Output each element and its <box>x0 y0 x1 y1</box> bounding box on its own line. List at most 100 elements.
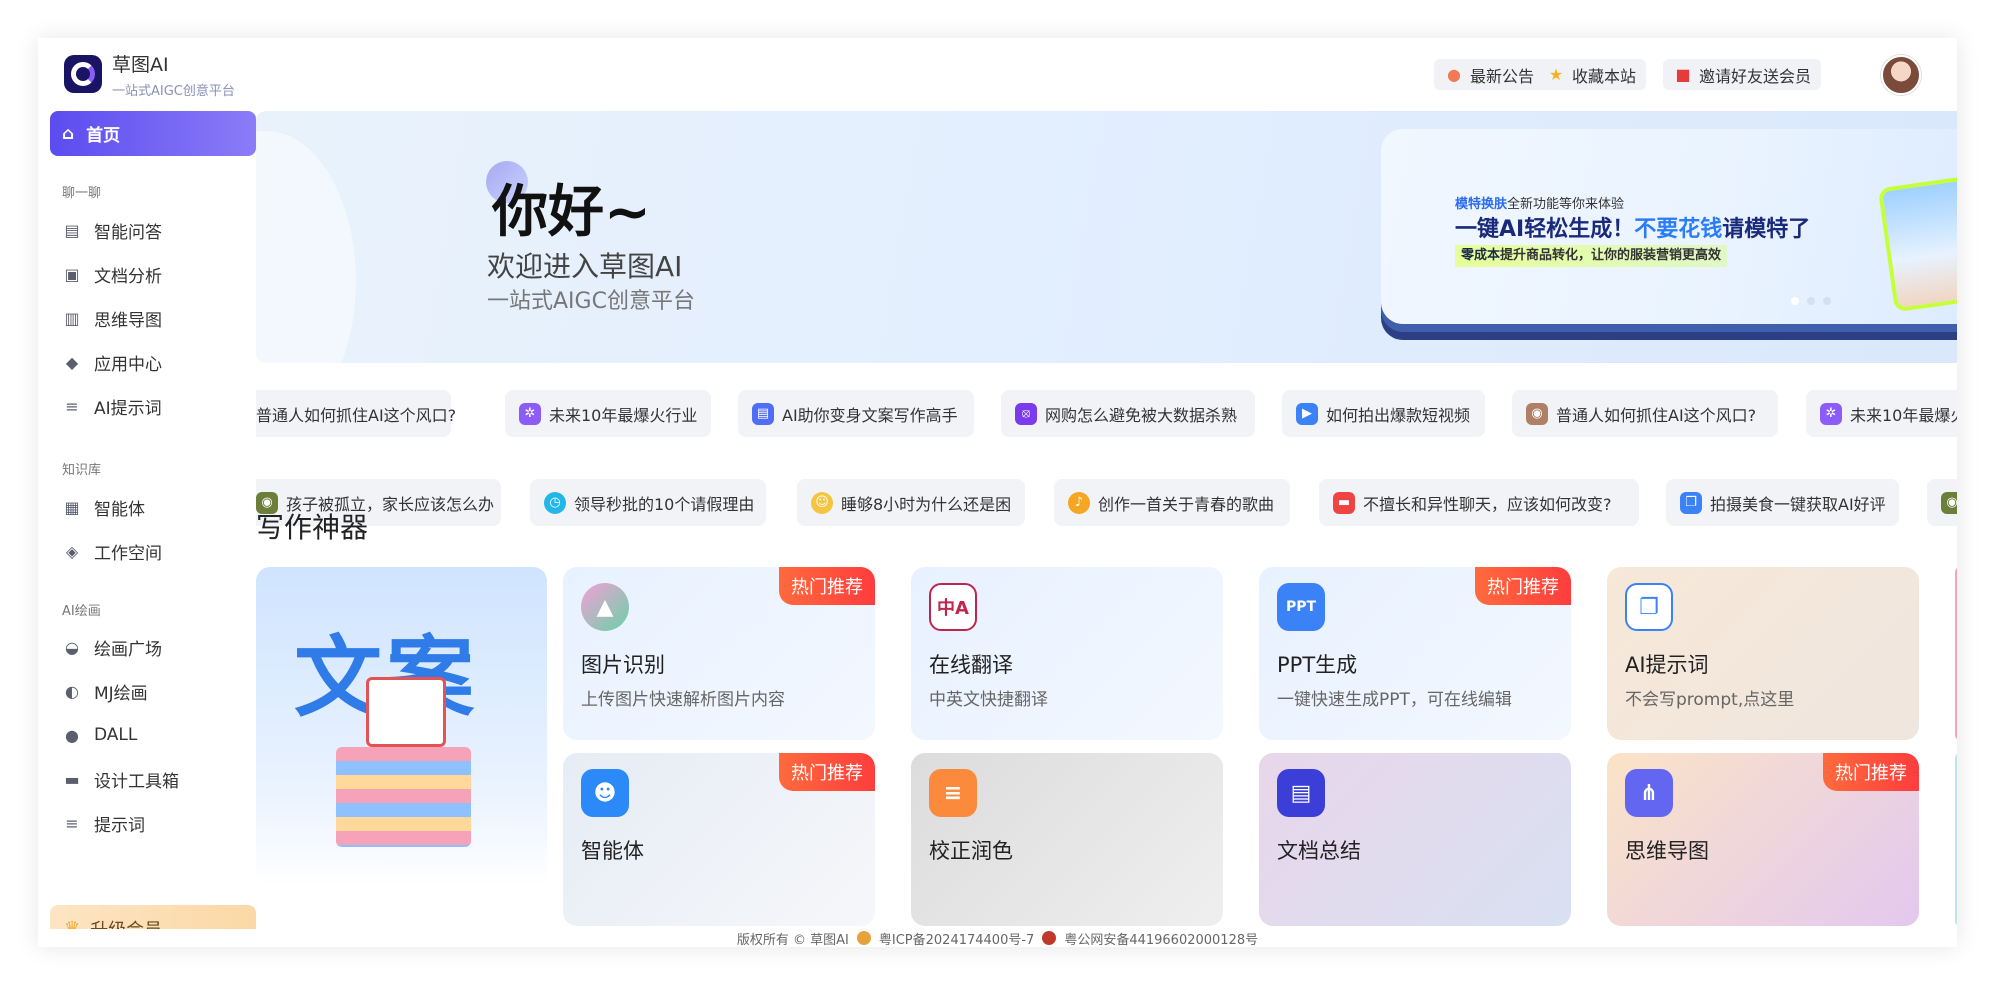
promo-line-1: 模特换肤全新功能等你来体验 <box>1455 197 1625 212</box>
suggestion-chip[interactable]: ◉ 普通人如何抓住AI这个风口? <box>1512 390 1778 437</box>
sleepy-face-icon: ☺ <box>811 491 833 514</box>
sidebar-item-label: 提示词 <box>94 815 145 836</box>
hero-greeting: 你好~ <box>492 180 651 245</box>
sidebar-item-drawing-square[interactable]: ◒ 绘画广场 <box>62 633 162 661</box>
sidebar-item-ai-prompt[interactable]: ≡ AI提示词 <box>62 392 162 420</box>
calendar-illustration <box>366 677 446 747</box>
sidebar-item-label: 工作空间 <box>94 543 162 564</box>
card-title: 智能体 <box>581 839 644 863</box>
palette-icon: ● <box>65 725 79 745</box>
carousel-indicator[interactable] <box>1791 297 1831 305</box>
list-icon: ≡ <box>929 769 977 817</box>
section-title: 写作神器 <box>256 511 369 544</box>
tool-card-agent[interactable]: ☻ 智能体 热门推荐 <box>563 753 875 926</box>
sidebar-item-label: 思维导图 <box>94 310 162 331</box>
section-title-knowledge: 知识库 <box>62 463 102 478</box>
model-photo <box>1877 174 1957 313</box>
card-desc: 上传图片快速解析图片内容 <box>581 690 785 710</box>
main-content: 你好~ 欢迎进入草图AI 一站式AIGC创意平台 模特换肤全新功能等你来体验 一… <box>256 111 1957 947</box>
invite-button[interactable]: ■ 邀请好友送会员 <box>1663 59 1822 90</box>
sidebar-item-smart-qa[interactable]: ▤ 智能问答 <box>62 216 162 244</box>
suggestion-chip[interactable]: ☺ 睡够8小时为什么还是困 <box>797 479 1025 526</box>
bulb-icon: ● <box>1447 65 1461 84</box>
robot-icon: ☻ <box>581 769 629 817</box>
app-window: 草图AI 一站式AIGC创意平台 ● 最新公告 ★ 收藏本站 ■ 邀请好友送会员… <box>38 38 1957 947</box>
bookmark-button[interactable]: ★ 收藏本站 <box>1536 59 1647 90</box>
suggestion-chip[interactable]: ♪ 创作一首关于青春的歌曲 <box>1054 479 1290 526</box>
tool-card-proofread[interactable]: ≡ 校正润色 <box>911 753 1223 926</box>
sidebar-item-label: AI提示词 <box>94 398 162 419</box>
clock-icon: ◷ <box>544 491 566 514</box>
sidebar-item-agent[interactable]: ▦ 智能体 <box>62 493 145 521</box>
card-desc: 一键快速生成PPT，可在线编辑 <box>1277 690 1512 710</box>
sidebar-item-label: 首页 <box>86 126 121 146</box>
announcement-button[interactable]: ● 最新公告 <box>1434 59 1545 90</box>
card-title: AI提示词 <box>1625 653 1709 677</box>
top-bar: 草图AI 一站式AIGC创意平台 ● 最新公告 ★ 收藏本站 ■ 邀请好友送会员 <box>38 38 1957 111</box>
grid-icon: ▦ <box>64 497 80 517</box>
sidebar-item-dall[interactable]: ● DALL <box>62 721 137 749</box>
tool-card-ai-prompt[interactable]: ❐ AI提示词 不会写prompt,点这里 <box>1607 567 1919 740</box>
translate-icon: 中A <box>929 583 977 631</box>
suggestion-chip[interactable]: ◷ 领导秒批的10个请假理由 <box>530 479 766 526</box>
tool-card-translate[interactable]: 中A 在线翻译 中英文快捷翻译 <box>911 567 1223 740</box>
sidebar: ⌂ 首页 聊一聊 ▤ 智能问答 ▣ 文档分析 ▥ 思维导图 ◆ 应用中心 ≡ A… <box>38 111 256 947</box>
card-title: 文档总结 <box>1277 839 1361 863</box>
suggestion-chip[interactable]: ▶ 如何拍出爆款短视频 <box>1282 390 1485 437</box>
suggestion-chip[interactable]: ⦻ 网购怎么避免被大数据杀熟 <box>1001 390 1255 437</box>
suggestion-chip[interactable]: ▬ 不擅长和异性聊天，应该如何改变? <box>1319 479 1639 526</box>
tool-card-doc-summary[interactable]: ▤ 文档总结 <box>1259 753 1571 926</box>
hot-badge: 热门推荐 <box>779 567 875 605</box>
sidebar-item-label: 智能问答 <box>94 222 162 243</box>
brush-icon: ◐ <box>65 681 79 701</box>
card-title: 图片识别 <box>581 653 665 677</box>
edit-list-icon: ≡ <box>65 396 79 416</box>
home-icon: ⌂ <box>62 123 75 144</box>
police-record-link[interactable]: 粤公网安备44196602000128号 <box>1064 929 1258 948</box>
tool-card-partial[interactable] <box>1955 567 1957 740</box>
file-icon: ▥ <box>64 308 80 328</box>
star-icon: ★ <box>1548 65 1564 84</box>
photo-thumbnail-icon: ◉ <box>1526 402 1548 425</box>
sidebar-item-home[interactable]: ⌂ 首页 <box>50 111 256 156</box>
tool-card-image-recognition[interactable]: ▲ 图片识别 上传图片快速解析图片内容 热门推荐 <box>563 567 875 740</box>
sidebar-item-label: 应用中心 <box>94 354 162 375</box>
cube-icon: ◆ <box>65 352 79 372</box>
tool-card-ppt[interactable]: PPT PPT生成 一键快速生成PPT，可在线编辑 热门推荐 <box>1259 567 1571 740</box>
sidebar-item-mindmap[interactable]: ▥ 思维导图 <box>62 304 162 332</box>
promo-line-2: 一键AI轻松生成！不要花钱请模特了 <box>1455 217 1811 242</box>
books-illustration <box>336 747 471 847</box>
suggestion-chip[interactable]: ❐ 拍摄美食一键获取AI好评 <box>1666 479 1899 526</box>
icp-link[interactable]: 粤ICP备2024174400号-7 <box>879 929 1034 948</box>
gift-icon: ■ <box>1675 65 1691 84</box>
message-icon: ▬ <box>1333 491 1355 514</box>
section-title-chat: 聊一聊 <box>62 186 102 201</box>
writing-feature-card[interactable]: 文案 <box>256 567 547 887</box>
card-title: 思维导图 <box>1625 839 1709 863</box>
promo-carousel[interactable]: 模特换肤全新功能等你来体验 一键AI轻松生成！不要花钱请模特了 零成本提升商品转… <box>1381 129 1957 324</box>
logo-icon[interactable] <box>64 55 102 93</box>
sidebar-item-doc-analysis[interactable]: ▣ 文档分析 <box>62 260 162 288</box>
share-icon: ⋔ <box>1625 769 1673 817</box>
suggestion-chip[interactable]: ▤ AI助你变身文案写作高手 <box>738 390 974 437</box>
tool-card-partial[interactable] <box>1955 753 1957 926</box>
sidebar-item-label: DALL <box>94 725 138 745</box>
sidebar-item-mj-drawing[interactable]: ◐ MJ绘画 <box>62 677 148 705</box>
sidebar-item-workspace[interactable]: ◈ 工作空间 <box>62 537 162 565</box>
hero-subtitle: 一站式AIGC创意平台 <box>487 289 695 314</box>
suggestion-chip[interactable]: 普通人如何抓住AI这个风口? <box>256 390 456 437</box>
hero-banner: 你好~ 欢迎进入草图AI 一站式AIGC创意平台 模特换肤全新功能等你来体验 一… <box>256 111 1957 363</box>
hero-decoration <box>256 131 356 363</box>
suggestion-chip[interactable]: ✲ 未来10年最爆火行业 <box>505 390 711 437</box>
suggestion-chip[interactable]: ◉ <box>1927 479 1957 526</box>
tool-card-mindmap[interactable]: ⋔ 思维导图 热门推荐 <box>1607 753 1919 926</box>
sidebar-item-design-toolbox[interactable]: ▬ 设计工具箱 <box>62 765 179 793</box>
suggestion-chip[interactable]: ✲ 未来10年最爆火行业 <box>1806 390 1957 437</box>
sidebar-item-app-center[interactable]: ◆ 应用中心 <box>62 348 162 376</box>
hero-welcome: 欢迎进入草图AI <box>487 250 683 283</box>
card-desc: 不会写prompt,点这里 <box>1625 690 1795 710</box>
document-icon: ▤ <box>752 402 774 425</box>
sidebar-item-prompt[interactable]: ≡ 提示词 <box>62 809 145 837</box>
avatar[interactable] <box>1881 55 1921 95</box>
card-title: 在线翻译 <box>929 653 1013 677</box>
